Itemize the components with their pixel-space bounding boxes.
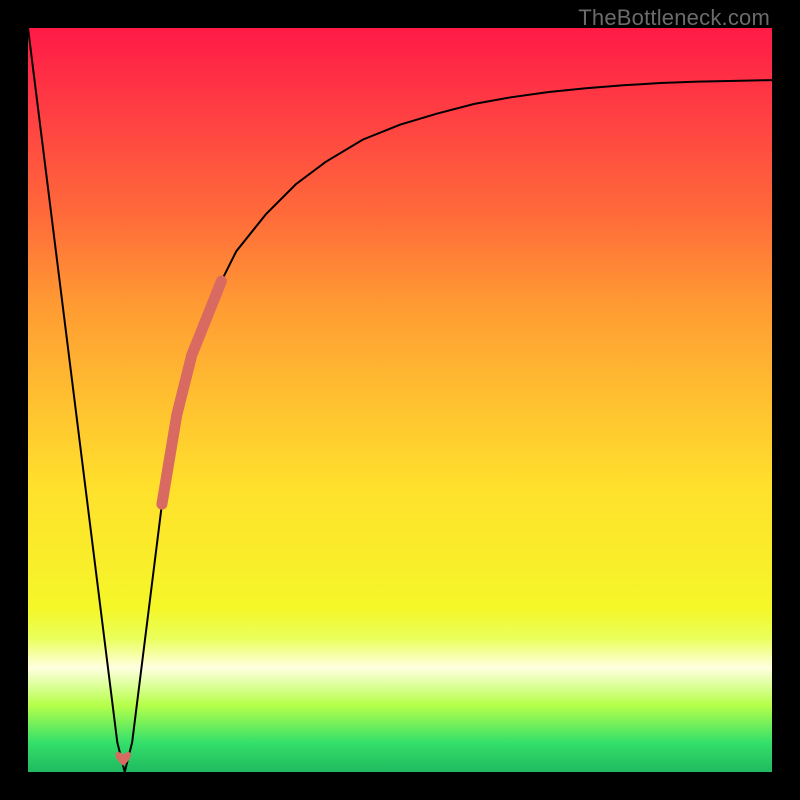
- series-minimum-marker: [116, 752, 131, 766]
- series-highlight-segment: [162, 281, 222, 504]
- series-main-curve: [28, 28, 772, 772]
- series-group: [28, 28, 772, 772]
- plot-area: [28, 28, 772, 772]
- chart-frame: TheBottleneck.com: [0, 0, 800, 800]
- chart-svg: [28, 28, 772, 772]
